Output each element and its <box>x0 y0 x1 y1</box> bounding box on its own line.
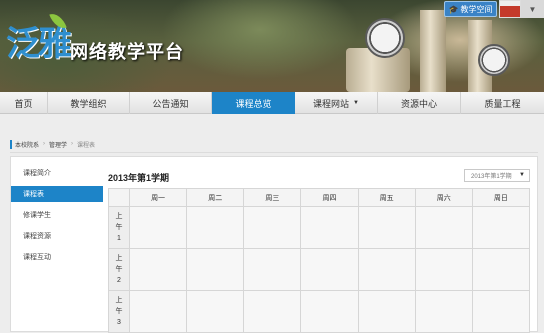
schedule-table: 周一 周二 周三 周四 周五 周六 周日 上午1上午2上午3 <box>108 188 531 333</box>
schedule-cell[interactable] <box>357 248 416 291</box>
sidebar-item-students[interactable]: 修课学生 <box>11 207 103 223</box>
schedule-cell[interactable] <box>357 290 416 333</box>
breadcrumb-link[interactable]: 管理学 <box>49 140 67 149</box>
nav-item-teaching-org[interactable]: 教学组织 <box>48 92 130 114</box>
sidebar-item-resources[interactable]: 课程资源 <box>11 228 103 244</box>
schedule-cell[interactable] <box>128 206 188 249</box>
day-header: 周一 <box>128 188 188 207</box>
teaching-space-button[interactable]: 🎓 教学空间 <box>444 1 497 17</box>
tower-decoration <box>420 10 446 92</box>
schedule-cell[interactable] <box>471 248 531 291</box>
schedule-cell[interactable] <box>243 290 302 333</box>
period-label: 上午2 <box>108 248 130 291</box>
breadcrumb-marker <box>10 139 12 149</box>
schedule-cell[interactable] <box>186 206 245 249</box>
nav-item-label: 公告通知 <box>152 98 189 109</box>
schedule-cell[interactable] <box>300 290 359 333</box>
sidebar-item-schedule[interactable]: 课程表 <box>11 186 103 202</box>
schedule-cell[interactable] <box>357 206 416 249</box>
nav-item-label: 课程网站 <box>313 98 350 109</box>
nav-item-course-overview[interactable]: 课程总览 <box>212 92 295 114</box>
schedule-cell[interactable] <box>243 248 302 291</box>
table-row: 上午2 <box>108 248 531 291</box>
term-select-value: 2013年第1学期 <box>471 174 512 180</box>
nav-item-label: 首页 <box>14 98 33 109</box>
schedule-cell[interactable] <box>414 290 473 333</box>
day-header: 周日 <box>471 188 531 207</box>
schedule-cell[interactable] <box>300 206 359 249</box>
sidebar-item-interaction[interactable]: 课程互动 <box>11 249 103 265</box>
header-banner: 泛雅 网络教学平台 🎓 教学空间 ▼ <box>0 0 544 92</box>
breadcrumb-link[interactable]: 本校院系 <box>15 140 39 149</box>
schedule-header-row: 周一 周二 周三 周四 周五 周六 周日 <box>108 188 531 207</box>
table-row: 上午1 <box>108 206 531 249</box>
day-header: 周三 <box>243 188 302 207</box>
table-row: 上午3 <box>108 290 531 333</box>
sidebar-item-intro[interactable]: 课程简介 <box>11 165 103 181</box>
day-header: 周五 <box>357 188 416 207</box>
term-select[interactable]: 2013年第1学期 ▼ <box>464 169 530 182</box>
nav-item-label: 质量工程 <box>484 98 521 109</box>
clock-icon <box>365 18 405 58</box>
nav-item-quality[interactable]: 质量工程 <box>461 92 544 114</box>
nav-item-label: 教学组织 <box>70 98 107 109</box>
term-title: 2013年第1学期 <box>108 173 170 183</box>
caret-down-icon: ▼ <box>519 172 525 178</box>
period-label: 上午3 <box>108 290 130 333</box>
breadcrumb-separator: › <box>43 141 46 147</box>
content-panel: 课程简介 课程表 修课学生 课程资源 课程互动 2013年第1学期 2013年第… <box>10 156 538 333</box>
nav-item-course-site[interactable]: 课程网站 ▼ <box>295 92 378 114</box>
period-label: 上午1 <box>108 206 130 249</box>
course-sidebar: 课程简介 课程表 修课学生 课程资源 课程互动 <box>11 165 103 270</box>
chevron-down-icon[interactable]: ▼ <box>521 0 544 18</box>
breadcrumb-current: 课程表 <box>77 142 96 149</box>
clock-icon <box>478 44 510 76</box>
teaching-space-label: 教学空间 <box>460 4 493 14</box>
schedule-corner <box>108 188 130 207</box>
main-nav: 首页 教学组织 公告通知 课程总览 课程网站 ▼ 资源中心 质量工程 <box>0 92 544 114</box>
nav-item-home[interactable]: 首页 <box>0 92 48 114</box>
day-header: 周二 <box>186 188 245 207</box>
nav-item-label: 课程总览 <box>235 98 272 109</box>
day-header: 周六 <box>414 188 473 207</box>
nav-item-label: 资源中心 <box>400 98 437 109</box>
avatar[interactable] <box>499 0 521 18</box>
schedule-cell[interactable] <box>414 248 473 291</box>
divider <box>10 152 538 153</box>
nav-item-resource-center[interactable]: 资源中心 <box>378 92 461 114</box>
caret-down-icon: ▼ <box>353 100 359 106</box>
graduation-cap-icon: 🎓 <box>448 4 459 14</box>
schedule-cell[interactable] <box>128 290 188 333</box>
breadcrumb-separator: › <box>71 141 74 147</box>
schedule-cell[interactable] <box>186 248 245 291</box>
schedule-cell[interactable] <box>186 290 245 333</box>
nav-item-notices[interactable]: 公告通知 <box>130 92 212 114</box>
platform-title: 网络教学平台 <box>70 42 184 62</box>
schedule-cell[interactable] <box>128 248 188 291</box>
schedule-cell[interactable] <box>471 290 531 333</box>
schedule-cell[interactable] <box>414 206 473 249</box>
schedule-cell[interactable] <box>471 206 531 249</box>
schedule-cell[interactable] <box>300 248 359 291</box>
schedule-cell[interactable] <box>243 206 302 249</box>
breadcrumb: 本校院系 › 管理学 › 课程表 <box>10 138 95 150</box>
day-header: 周四 <box>300 188 359 207</box>
